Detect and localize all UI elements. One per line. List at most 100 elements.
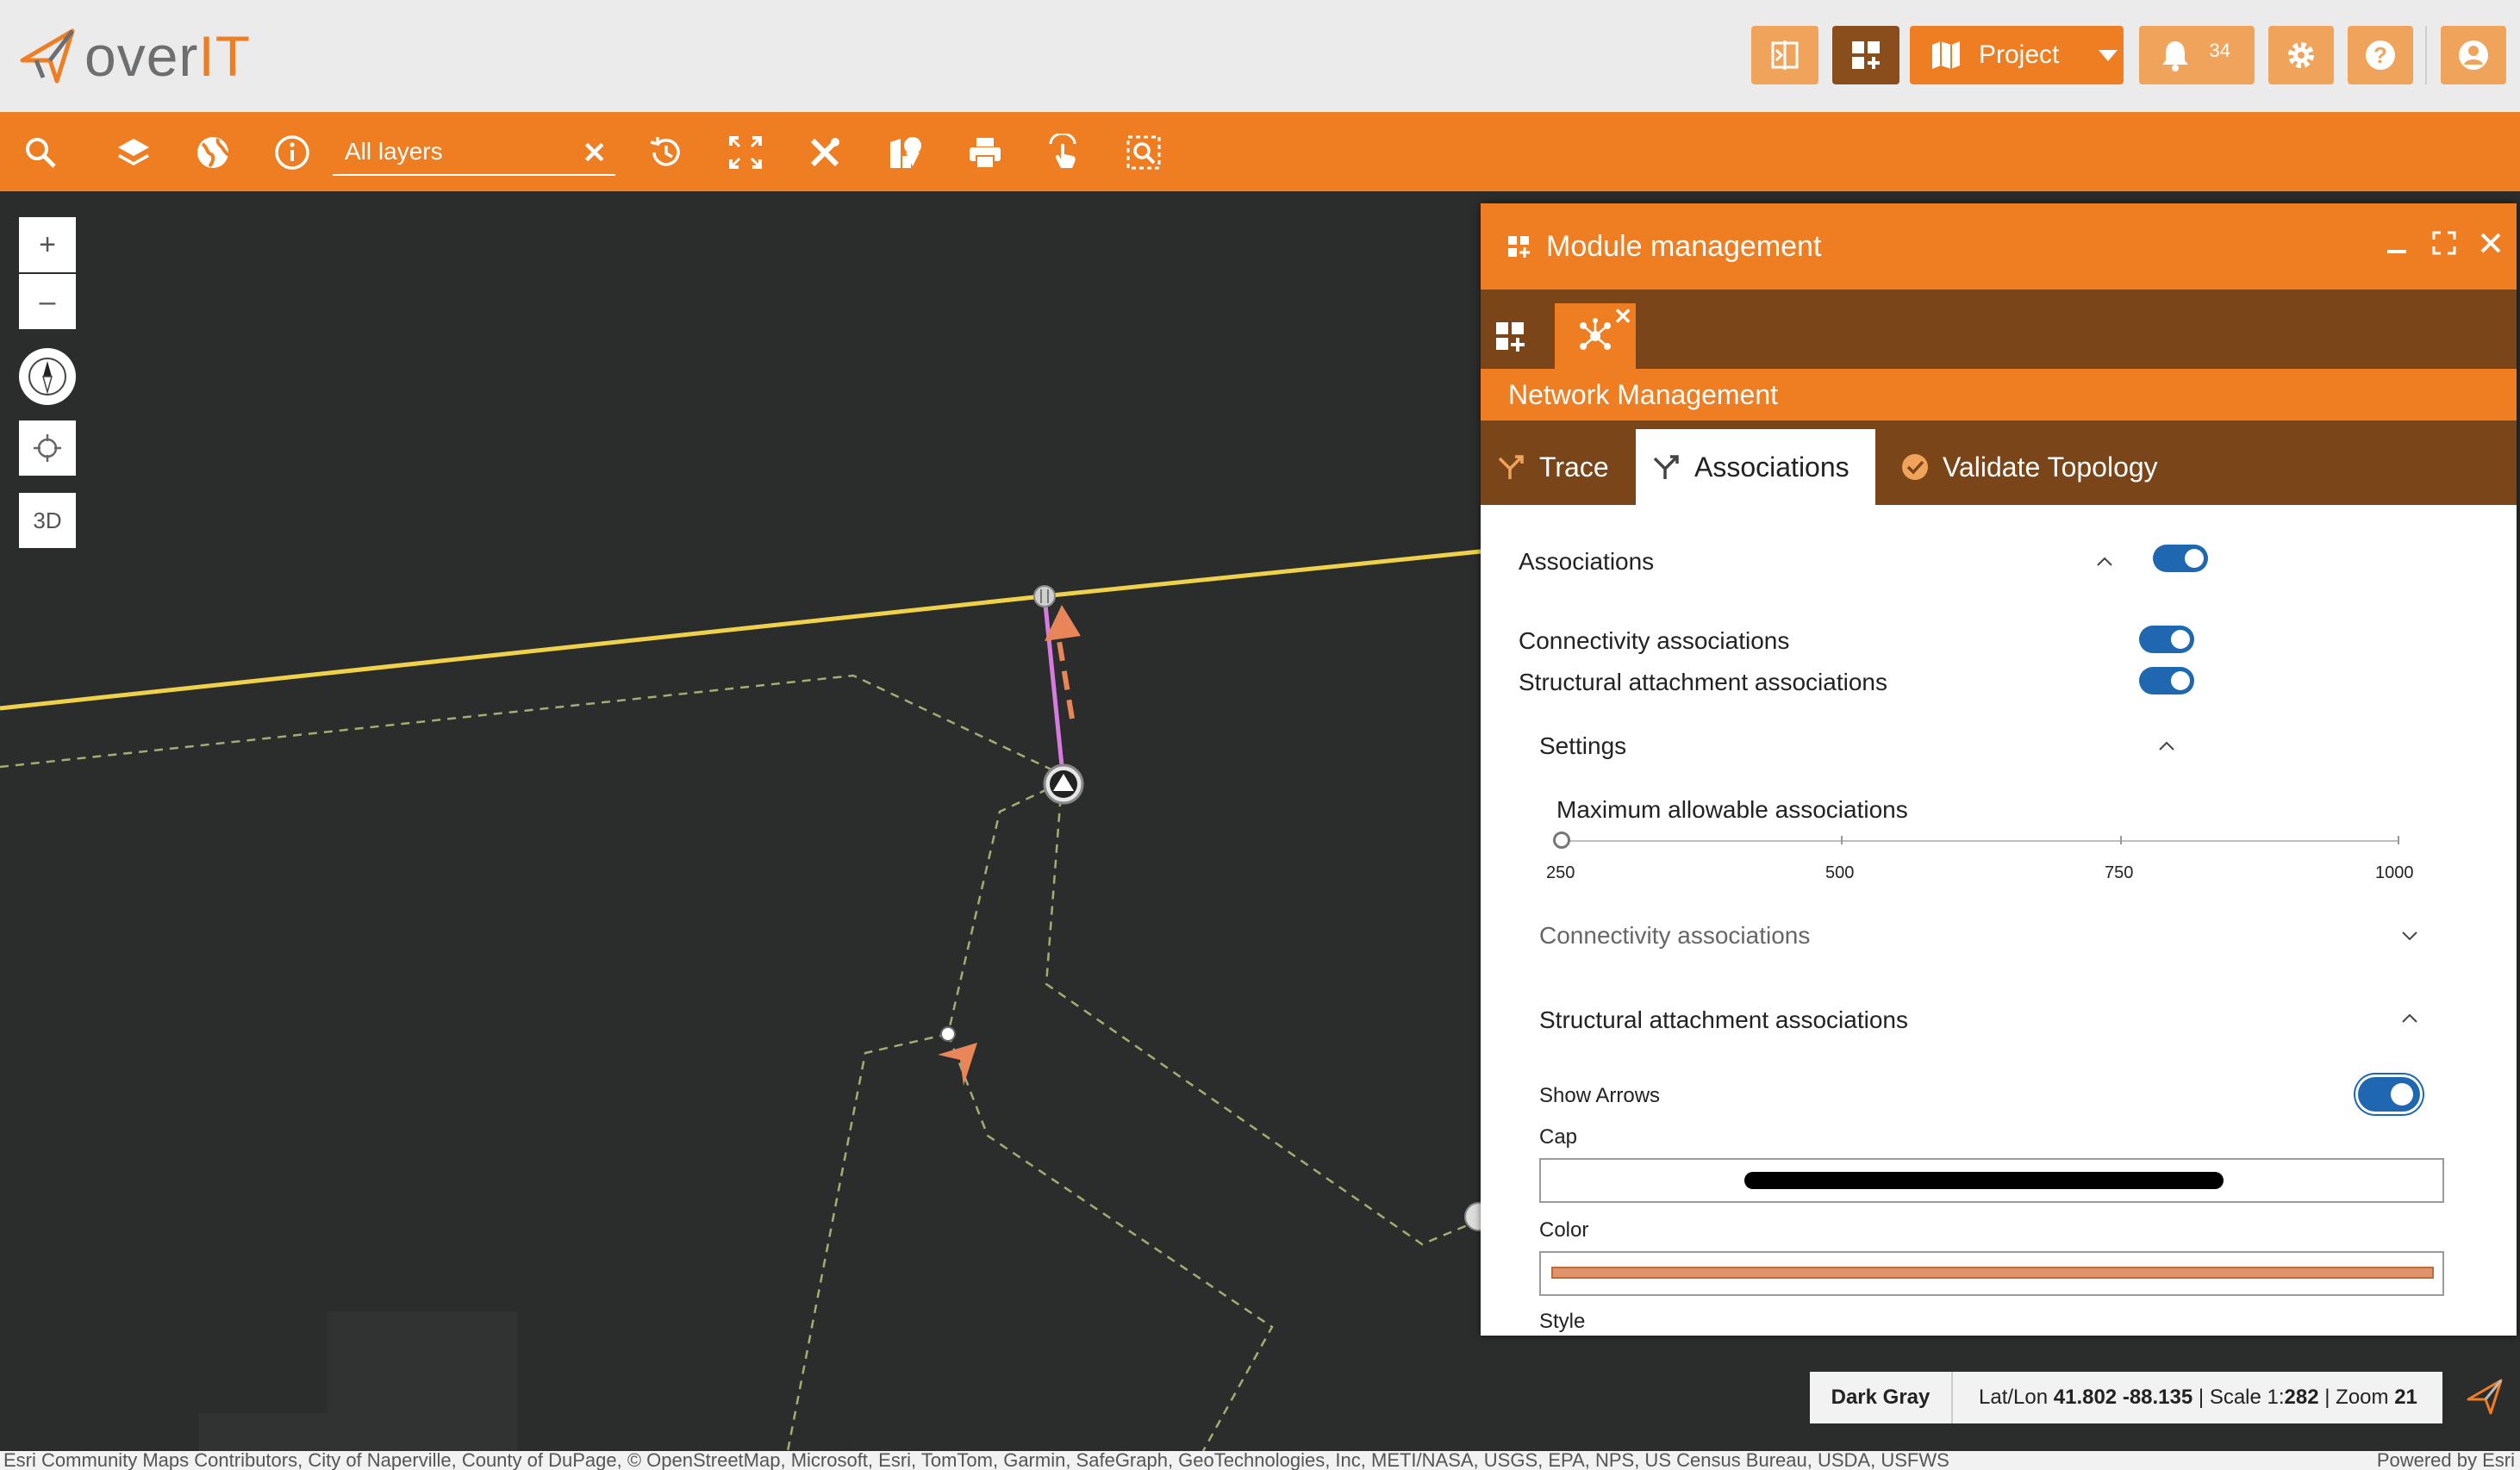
check-circle-icon [1902, 454, 1928, 480]
touch-select-button[interactable] [1045, 133, 1084, 172]
tab-associations[interactable]: Associations [1636, 429, 1875, 505]
tab-trace[interactable]: Trace [1481, 429, 1625, 505]
module-icon [1508, 236, 1530, 258]
overit-logo: overIT [19, 24, 252, 88]
project-dropdown[interactable]: Project [1910, 26, 2124, 84]
show-arrows-label: Show Arrows [1539, 1084, 1661, 1107]
overit-small-logo-icon [2467, 1379, 2503, 1415]
network-icon [1580, 318, 1611, 350]
vertex-node[interactable] [940, 1026, 956, 1042]
associations-toggle[interactable] [2153, 545, 2208, 572]
map-pin-button[interactable] [886, 133, 926, 172]
print-icon [970, 138, 1001, 169]
svg-text:?: ? [2373, 42, 2387, 68]
tools-icon [810, 138, 839, 167]
coordinates-readout: Lat/Lon 41.802 -88.135 | Scale 1:282 | Z… [1979, 1386, 2417, 1409]
module-management-button[interactable] [1832, 26, 1899, 84]
module-add-icon [1852, 41, 1880, 69]
globe-icon [197, 137, 230, 168]
minimize-icon[interactable] [2384, 229, 2411, 257]
layer-filter-input[interactable] [333, 138, 557, 165]
module-list-tab[interactable] [1494, 321, 1527, 353]
basemap-button[interactable] [193, 133, 233, 172]
print-button[interactable] [965, 133, 1005, 172]
connectivity-associations-label: Connectivity associations [1519, 627, 1790, 654]
cap-selector[interactable] [1539, 1158, 2444, 1203]
close-tab-icon[interactable]: ✕ [1613, 303, 1632, 330]
cap-label: Cap [1539, 1125, 1578, 1149]
connectivity-associations-toggle[interactable] [2139, 626, 2194, 653]
cap-preview [1744, 1172, 2224, 1189]
settings-chevron-up-icon[interactable] [2156, 736, 2177, 757]
attribution-text: Esri Community Maps Contributors, City o… [3, 1451, 1949, 1470]
info-button[interactable] [272, 133, 312, 172]
split-view-icon [1771, 40, 1799, 70]
crosshair-icon [34, 434, 61, 462]
split-view-button[interactable] [1751, 26, 1818, 84]
help-icon: ? [2366, 40, 2395, 70]
close-icon[interactable] [2477, 229, 2504, 257]
search-icon [26, 138, 56, 168]
layer-filter[interactable]: ✕ [333, 129, 615, 176]
caret-down-icon [2099, 50, 2118, 61]
basemap-name[interactable]: Dark Gray [1810, 1372, 1953, 1423]
tab-validate-topology[interactable]: Validate Topology [1884, 429, 2174, 505]
style-label: Style [1539, 1310, 1586, 1333]
color-preview [1551, 1267, 2434, 1279]
structural-chevron-up-icon[interactable] [2399, 1008, 2420, 1029]
structural-associations-toggle[interactable] [2139, 667, 2194, 695]
association-arrow-shaft [1054, 625, 1075, 719]
project-label: Project [1979, 40, 2060, 69]
measure-button[interactable] [805, 133, 845, 172]
user-button[interactable] [2441, 26, 2506, 84]
help-button[interactable]: ? [2348, 26, 2413, 84]
module-tabs: ✕ [1481, 290, 2517, 369]
clear-filter-icon[interactable]: ✕ [583, 136, 608, 171]
layers-icon [118, 139, 149, 165]
network-subtabs: Trace Associations Validate Topology [1481, 420, 2517, 505]
gear-icon [2288, 42, 2314, 68]
history-button[interactable] [646, 133, 686, 172]
connectivity-section-header[interactable]: Connectivity associations [1539, 922, 1810, 950]
toggle-3d-button[interactable]: 3D [19, 493, 76, 548]
search-button[interactable] [21, 133, 60, 172]
settings-button[interactable] [2268, 26, 2334, 84]
map-attribution: Esri Community Maps Contributors, City o… [0, 1451, 2520, 1470]
powered-by-esri[interactable]: Powered by Esri [2377, 1451, 2515, 1470]
history-icon [650, 137, 680, 166]
map-icon [1932, 41, 1960, 69]
associations-heading: Associations [1519, 548, 1655, 575]
show-arrows-toggle[interactable] [2358, 1077, 2420, 1112]
map-marker-icon [890, 137, 921, 168]
network-management-tab[interactable]: ✕ [1555, 303, 1636, 369]
panel-header: Module management [1481, 203, 2517, 290]
building-footprint [198, 1311, 517, 1451]
zoom-out-button[interactable]: – [19, 274, 76, 329]
notifications-button[interactable]: 34 [2139, 26, 2255, 84]
panel-title: Module management [1546, 229, 1822, 263]
app-header: overIT Project 34 ? [0, 0, 2520, 112]
color-label: Color [1539, 1218, 1589, 1242]
logo-text: overIT [84, 24, 252, 88]
associations-content: Associations Connectivity associations S… [1498, 505, 2499, 1336]
layers-button[interactable] [114, 133, 153, 172]
structural-associations-label: Structural attachment associations [1519, 669, 1887, 695]
junction-node[interactable] [1033, 585, 1056, 607]
notifications-count: 34 [2209, 40, 2230, 61]
touch-icon [1049, 134, 1076, 168]
connectivity-chevron-down-icon[interactable] [2399, 925, 2420, 946]
chevron-up-icon[interactable] [2094, 551, 2115, 572]
expand-icon [729, 136, 762, 169]
compass-button[interactable] [19, 348, 76, 405]
select-area-button[interactable] [1124, 133, 1163, 172]
full-extent-button[interactable] [726, 133, 765, 172]
locate-button[interactable] [19, 420, 76, 476]
overit-logo-icon [20, 28, 75, 84]
bell-icon [2162, 41, 2188, 72]
zoom-selection-icon [1126, 135, 1161, 170]
color-selector[interactable] [1539, 1251, 2444, 1296]
structural-section-header[interactable]: Structural attachment associations [1539, 1006, 1908, 1034]
module-management-panel: Module management ✕ Network Management T… [1481, 203, 2517, 1336]
zoom-in-button[interactable]: + [19, 217, 76, 272]
maximize-icon[interactable] [2430, 229, 2458, 257]
